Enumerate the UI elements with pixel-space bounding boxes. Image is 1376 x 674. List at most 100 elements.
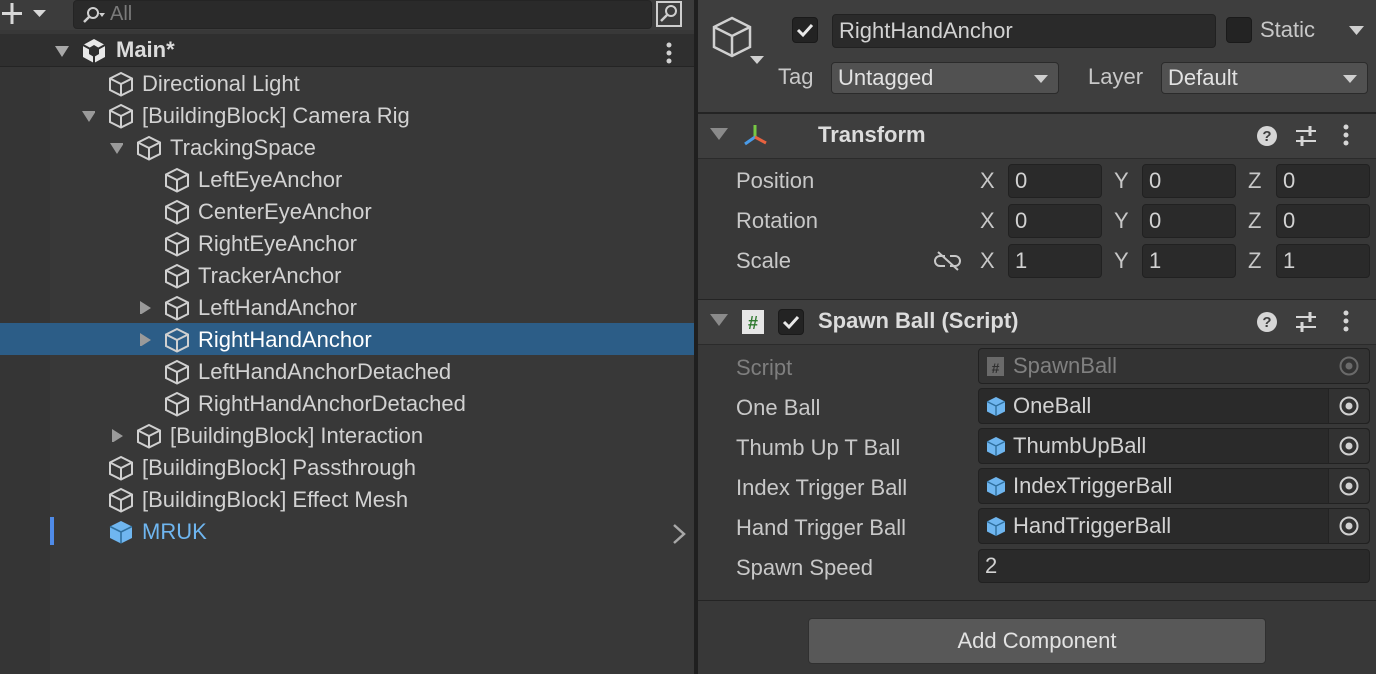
transform-header[interactable]: Transform ? [698,113,1376,159]
help-icon[interactable]: ? [1257,126,1277,146]
hierarchy-item[interactable]: RightHandAnchorDetached [0,387,694,419]
create-dropdown-button[interactable] [0,0,52,28]
active-checkbox[interactable] [792,17,818,43]
transform-icon [744,125,767,146]
modified-indicator [50,517,54,545]
object-reference-value: IndexTriggerBall [1013,473,1173,498]
axis-label-y: Y [1114,208,1129,233]
object-reference-field[interactable]: HandTriggerBall [978,508,1370,544]
object-reference-field[interactable]: OneBall [978,388,1370,424]
chevron-right-icon[interactable] [670,521,688,547]
transform-y-field[interactable]: 1 [1142,244,1236,278]
hierarchy-item-label: [BuildingBlock] Interaction [170,423,424,448]
script-field-label: Hand Trigger Ball [736,515,906,540]
hierarchy-item[interactable]: RightEyeAnchor [0,227,694,259]
constrain-proportions-icon[interactable] [934,250,962,274]
hierarchy-item[interactable]: [BuildingBlock] Passthrough [0,451,694,483]
hierarchy-item-label: MRUK [142,519,207,544]
hierarchy-item[interactable]: LeftEyeAnchor [0,163,694,195]
gameobject-icon [165,359,189,385]
presets-icon[interactable] [1296,126,1316,146]
object-picker-button[interactable] [1328,469,1369,503]
hierarchy-item[interactable]: [BuildingBlock] Effect Mesh [0,483,694,515]
svg-text:#: # [992,360,1000,376]
tag-label: Tag [778,64,814,89]
search-icon [83,7,105,23]
collapse-arrow-icon[interactable] [137,332,151,346]
spawn-ball-header[interactable]: # Spawn Ball (Script) ? [698,299,1376,345]
collapse-arrow-icon[interactable] [137,300,151,314]
target-picker-icon [1339,436,1359,456]
gameobject-icon[interactable] [710,14,768,68]
spawn-speed-field[interactable]: 2 [978,549,1370,583]
target-picker-icon [1339,356,1359,376]
object-reference-field[interactable]: IndexTriggerBall [978,468,1370,504]
transform-title: Transform [818,122,926,147]
transform-z-field[interactable]: 1 [1276,244,1370,278]
object-reference-value: ThumbUpBall [1013,433,1147,458]
hierarchy-item[interactable]: TrackingSpace [0,131,694,163]
hierarchy-item[interactable]: CenterEyeAnchor [0,195,694,227]
transform-z-field[interactable]: 0 [1276,164,1370,198]
tag-value: Untagged [838,65,934,90]
script-reference-field: # SpawnBall [978,348,1370,384]
foldout-arrow-icon[interactable] [710,128,728,140]
component-enabled-checkbox[interactable] [778,309,804,335]
foldout-arrow-icon[interactable] [710,314,728,326]
hierarchy-item-label: Directional Light [142,71,300,96]
scene-header[interactable]: Main* [0,34,694,67]
axis-label-z: Z [1248,208,1262,233]
hierarchy-search-box[interactable]: All [73,0,652,29]
csharp-script-icon: # [742,310,764,334]
static-dropdown-arrow-icon[interactable] [1348,24,1366,38]
object-picker-button[interactable] [1328,389,1369,423]
hierarchy-item[interactable]: MRUK [0,515,694,547]
presets-icon[interactable] [1296,312,1316,332]
object-picker-button [1329,349,1369,383]
target-picker-icon [1339,396,1359,416]
axis-label-x: X [980,248,995,273]
hierarchy-item[interactable]: LeftHandAnchorDetached [0,355,694,387]
expand-arrow-icon[interactable] [81,108,95,122]
prefab-icon [986,517,1005,536]
hierarchy-item[interactable]: LeftHandAnchor [0,291,694,323]
hierarchy-toolbar: All [0,0,694,30]
transform-y-field[interactable]: 0 [1142,164,1236,198]
hierarchy-panel: All Main* Directional Light [BuildingBloc… [0,0,694,674]
object-picker-button[interactable] [1328,509,1369,543]
more-menu-icon[interactable] [664,41,674,65]
scene-title: Main* [116,37,175,62]
hierarchy-item[interactable]: [BuildingBlock] Camera Rig [0,99,694,131]
script-field-label: One Ball [736,395,821,420]
more-menu-icon[interactable] [1343,310,1349,332]
transform-x-field[interactable]: 1 [1008,244,1102,278]
hierarchy-item[interactable]: [BuildingBlock] Interaction [0,419,694,451]
expand-arrow-icon[interactable] [109,140,123,154]
help-icon[interactable]: ? [1257,312,1277,332]
transform-x-field[interactable]: 0 [1008,164,1102,198]
layer-value: Default [1168,65,1238,90]
add-component-button[interactable]: Add Component [808,618,1266,664]
hierarchy-item-label: LeftHandAnchorDetached [198,359,452,384]
search-input[interactable]: All [110,3,132,26]
transform-x-field[interactable]: 0 [1008,204,1102,238]
static-checkbox[interactable] [1226,17,1252,43]
tag-dropdown[interactable]: Untagged [831,62,1059,94]
inspector-panel: RightHandAnchor Static Tag Untagged Laye… [698,0,1376,674]
static-label: Static [1260,17,1316,42]
layer-dropdown[interactable]: Default [1161,62,1368,94]
more-menu-icon[interactable] [1343,124,1349,146]
hierarchy-item[interactable]: TrackerAnchor [0,259,694,291]
search-in-scene-icon [656,1,682,27]
scene-search-button[interactable] [654,0,686,28]
object-reference-field[interactable]: ThumbUpBall [978,428,1370,464]
collapse-arrow-icon[interactable] [109,428,123,442]
transform-y-field[interactable]: 0 [1142,204,1236,238]
object-picker-button[interactable] [1328,429,1369,463]
hierarchy-item[interactable]: Directional Light [0,67,694,99]
hierarchy-item[interactable]: RightHandAnchor [0,323,694,355]
object-name-field[interactable]: RightHandAnchor [832,14,1216,48]
hierarchy-item-label: TrackerAnchor [198,263,342,288]
axis-label-x: X [980,168,995,193]
transform-z-field[interactable]: 0 [1276,204,1370,238]
